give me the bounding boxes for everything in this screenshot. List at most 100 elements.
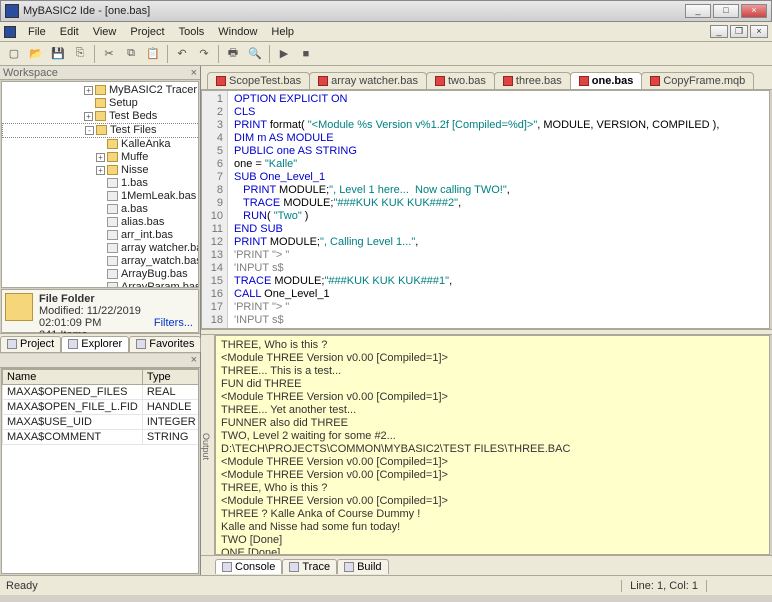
tab-favorites[interactable]: Favorites xyxy=(129,336,201,352)
minimize-button[interactable]: _ xyxy=(685,4,711,18)
file-icon xyxy=(107,282,118,287)
workspace-close-icon[interactable]: × xyxy=(191,67,197,79)
save-icon[interactable]: 💾 xyxy=(48,44,68,64)
col-type[interactable]: Type xyxy=(142,369,199,384)
stop-icon[interactable]: ■ xyxy=(296,44,316,64)
menu-window[interactable]: Window xyxy=(212,24,263,40)
tree-node[interactable]: ArrayBug.bas xyxy=(2,268,199,281)
tree-node[interactable]: ArrayParam.bas xyxy=(2,281,199,288)
close-button[interactable]: × xyxy=(741,4,767,18)
variables-grid[interactable]: Name Type Value MAXA$OPENED_FILESREAL1.2… xyxy=(1,368,199,575)
table-row[interactable]: MAXA$OPENED_FILESREAL1.2 xyxy=(3,384,200,399)
file-icon xyxy=(650,76,660,86)
expand-icon[interactable]: + xyxy=(84,86,93,95)
editor-tab[interactable]: array watcher.bas xyxy=(309,72,427,89)
tree-node-label: array_watch.bas xyxy=(121,255,199,267)
tree-node[interactable]: 1MemLeak.bas xyxy=(2,190,199,203)
menu-edit[interactable]: Edit xyxy=(54,24,85,40)
folder-icon xyxy=(95,98,106,108)
tab-project[interactable]: Project xyxy=(0,336,61,352)
tree-node[interactable]: alias.bas xyxy=(2,216,199,229)
tree-node[interactable]: arr_int.bas xyxy=(2,229,199,242)
output-line: <Module THREE Version v0.00 [Compiled=1]… xyxy=(221,391,764,404)
mdi-minimize-button[interactable]: _ xyxy=(710,25,728,38)
save-all-icon[interactable]: ⎘ xyxy=(70,44,90,64)
tree-node[interactable]: +Muffe xyxy=(2,151,199,164)
mdi-restore-button[interactable]: ❐ xyxy=(730,25,748,38)
paste-icon[interactable]: 📋 xyxy=(143,44,163,64)
editor-tab[interactable]: one.bas xyxy=(570,72,643,89)
vars-close-icon[interactable]: × xyxy=(191,354,197,366)
table-row[interactable]: MAXA$COMMENTSTRINGKalle Anka xyxy=(3,429,200,444)
tree-node[interactable]: KalleAnka xyxy=(2,138,199,151)
output-tabs: Console Trace Build xyxy=(201,555,772,575)
tab-trace[interactable]: Trace xyxy=(282,559,337,574)
tree-node[interactable]: array watcher.bas xyxy=(2,242,199,255)
tree-node-label: Test Beds xyxy=(109,110,157,122)
output-line: THREE, Who is this ? xyxy=(221,339,764,352)
menu-file[interactable]: File xyxy=(22,24,52,40)
folder-icon xyxy=(95,111,106,121)
undo-icon[interactable]: ↶ xyxy=(172,44,192,64)
build-icon xyxy=(344,562,354,572)
expand-icon[interactable]: + xyxy=(84,112,93,121)
tree-node[interactable]: +MyBASIC2 Tracer xyxy=(2,84,199,97)
filters-link[interactable]: Filters... xyxy=(154,317,193,329)
tree-node-label: array watcher.bas xyxy=(121,242,199,254)
redo-icon[interactable]: ↷ xyxy=(194,44,214,64)
tree-node[interactable]: 1.bas xyxy=(2,177,199,190)
expand-icon[interactable]: - xyxy=(85,126,94,135)
editor-tab[interactable]: CopyFrame.mqb xyxy=(641,72,754,89)
cut-icon[interactable]: ✂ xyxy=(99,44,119,64)
editor-tab[interactable]: two.bas xyxy=(426,72,495,89)
expand-icon[interactable]: + xyxy=(96,166,105,175)
editor-tab[interactable]: three.bas xyxy=(494,72,571,89)
cell-type: REAL xyxy=(142,384,199,399)
output-line: <Module THREE Version v0.00 [Compiled=1]… xyxy=(221,352,764,365)
run-icon[interactable]: ▶ xyxy=(274,44,294,64)
vars-header: × xyxy=(0,354,200,368)
cell-type: INTEGER xyxy=(142,414,199,429)
tab-build[interactable]: Build xyxy=(337,559,388,574)
open-file-icon[interactable]: 📂 xyxy=(26,44,46,64)
tree-node[interactable]: a.bas xyxy=(2,203,199,216)
menu-tools[interactable]: Tools xyxy=(173,24,211,40)
menu-view[interactable]: View xyxy=(87,24,123,40)
print-icon[interactable]: 🖶 xyxy=(223,44,243,64)
new-file-icon[interactable]: ▢ xyxy=(4,44,24,64)
col-name[interactable]: Name xyxy=(3,369,143,384)
trace-icon xyxy=(289,562,299,572)
folder-info-modified: Modified: 11/22/2019 02:01:09 PM xyxy=(39,305,148,329)
expand-icon[interactable]: + xyxy=(96,153,105,162)
code-editor[interactable]: 1234567891011121314151617181920212223242… xyxy=(201,90,770,329)
tab-explorer-label: Explorer xyxy=(81,338,122,350)
tree-node[interactable]: -Test Files xyxy=(2,123,199,138)
tree-node[interactable]: array_watch.bas xyxy=(2,255,199,268)
menu-help[interactable]: Help xyxy=(265,24,300,40)
favorites-icon xyxy=(136,339,146,349)
code-area[interactable]: OPTION EXPLICIT ONCLSPRINT format( "<Mod… xyxy=(228,91,769,328)
line-number: 14 xyxy=(206,262,223,275)
find-icon[interactable]: 🔍 xyxy=(245,44,265,64)
mdi-close-button[interactable]: × xyxy=(750,25,768,38)
tree-node[interactable]: +Nisse xyxy=(2,164,199,177)
file-tree[interactable]: +MyBASIC2 TracerSetup + Test Beds-Test Fil… xyxy=(1,81,199,288)
table-row[interactable]: MAXA$OPEN_FILE_L.FIDHANDLE0x12345678 xyxy=(3,399,200,414)
tree-node[interactable]: Setup xyxy=(2,97,199,110)
editor-tab-label: two.bas xyxy=(448,75,486,87)
editor-tab-label: CopyFrame.mqb xyxy=(663,75,745,87)
editor-tab[interactable]: ScopeTest.bas xyxy=(207,72,310,89)
output-console[interactable]: THREE, Who is this ?<Module THREE Versio… xyxy=(215,335,770,555)
tree-node[interactable]: + Test Beds xyxy=(2,110,199,123)
line-number: 8 xyxy=(206,184,223,197)
menu-project[interactable]: Project xyxy=(124,24,170,40)
cell-name: MAXA$OPEN_FILE_L.FID xyxy=(3,399,143,414)
maximize-button[interactable]: □ xyxy=(713,4,739,18)
output-line: THREE ? Kalle Anka of Course Dummy ! xyxy=(221,508,764,521)
tab-console[interactable]: Console xyxy=(215,559,282,574)
table-row[interactable]: MAXA$USE_UIDINTEGER1 xyxy=(3,414,200,429)
tree-node-label: KalleAnka xyxy=(121,138,171,150)
copy-icon[interactable]: ⧉ xyxy=(121,44,141,64)
tab-explorer[interactable]: Explorer xyxy=(61,336,129,352)
editor-tab-label: one.bas xyxy=(592,75,634,87)
